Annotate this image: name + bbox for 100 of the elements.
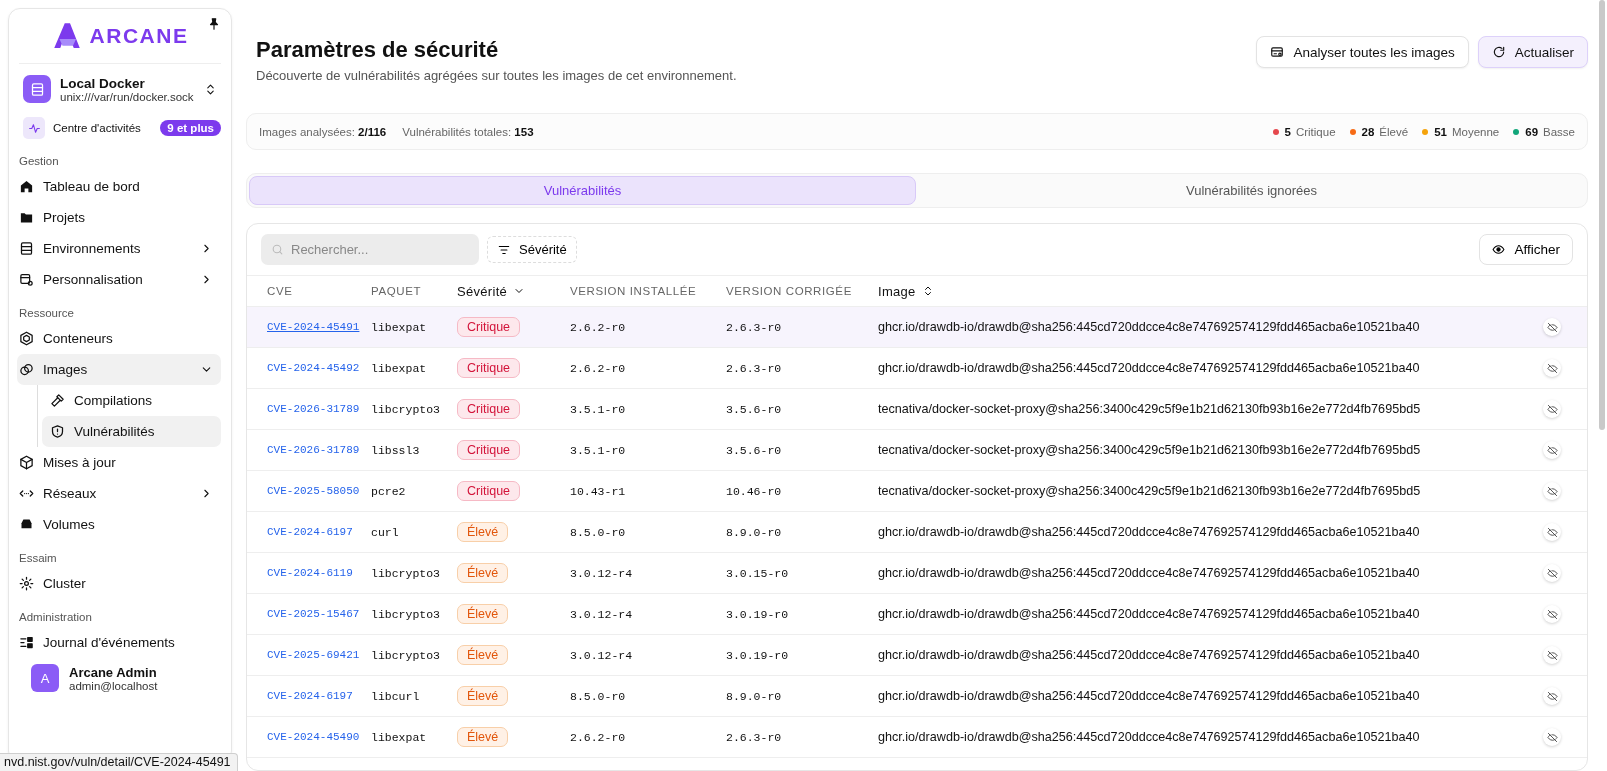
eye-icon xyxy=(1492,243,1506,256)
cve-link[interactable]: CVE-2024-6119 xyxy=(267,567,353,579)
table-cell-text: libcurl xyxy=(371,689,421,703)
cve-link[interactable]: CVE-2024-45490 xyxy=(267,731,360,743)
table-row[interactable]: CVE-2026-31789 libcrypto3 Critique 3.5.1-r0 3.5.6-r0 tecnativa/docker-socket-proxy@sha256:3400c429c5f9e1b21d62130fb93b16e2e772d4fb7695bd5 xyxy=(247,389,1587,430)
activity-icon xyxy=(23,117,45,139)
database-icon xyxy=(19,241,34,256)
hammer-icon xyxy=(50,393,65,408)
eye-off-icon xyxy=(1546,608,1558,620)
cve-link[interactable]: CVE-2024-45491 xyxy=(267,321,360,333)
table-row[interactable]: CVE-2024-45492 libexpat Critique 2.6.2-r0 2.6.3-r0 ghcr.io/drawdb-io/drawdb@sha256:445cd720ddcce4c8e747692574129fdd465acba6e10521ba40 xyxy=(247,348,1587,389)
images-icon xyxy=(19,362,34,377)
cve-link[interactable]: CVE-2024-45492 xyxy=(267,362,360,374)
cve-link[interactable]: CVE-2024-6197 xyxy=(267,690,353,702)
activity-center-link[interactable]: Centre d'activités 9 et plus xyxy=(19,111,221,143)
avatar: A xyxy=(31,664,59,692)
hide-button[interactable] xyxy=(1543,318,1561,336)
table-cell-text: 3.0.12-r4 xyxy=(570,648,634,662)
severity-count: 5 Critique xyxy=(1284,125,1336,138)
table-cell-text: 8.9.0-r0 xyxy=(726,525,783,539)
table-row[interactable]: CVE-2026-31789 libssl3 Critique 3.5.1-r0 3.5.6-r0 tecnativa/docker-socket-proxy@sha256:3400c429c5f9e1b21d62130fb93b16e2e772d4fb7695bd5 xyxy=(247,430,1587,471)
table-cell-text: tecnativa/docker-socket-proxy@sha256:3400c429c5f9e1b21d62130fb93b16e2e772d4fb7695bd5 xyxy=(878,402,1422,416)
table-cell-text: ghcr.io/drawdb-io/drawdb@sha256:445cd720ddcce4c8e747692574129fdd465acba6e10521ba40 xyxy=(878,361,1421,375)
table-row[interactable]: CVE-2025-15467 libcrypto3 Élevé 3.0.12-r4 3.0.19-r0 ghcr.io/drawdb-io/drawdb@sha256:445cd720ddcce4c8e747692574129fdd465acba6e10521ba40 xyxy=(247,594,1587,635)
table-cell-text: 3.0.12-r4 xyxy=(570,566,634,580)
hide-button[interactable] xyxy=(1543,728,1561,746)
severity-filter-button[interactable]: Sévérité xyxy=(487,236,577,263)
hide-button[interactable] xyxy=(1543,523,1561,541)
cve-link[interactable]: CVE-2024-6197 xyxy=(267,526,353,538)
table-row[interactable]: CVE-2024-45490 libexpat Élevé 2.6.2-r0 2.6.3-r0 ghcr.io/drawdb-io/drawdb@sha256:445cd720ddcce4c8e747692574129fdd465acba6e10521ba40 xyxy=(247,717,1587,758)
nav-item[interactable]: Personnalisation xyxy=(17,264,221,295)
table-cell-text: 3.0.19-r0 xyxy=(726,607,790,621)
cube-icon xyxy=(19,455,34,470)
home-icon xyxy=(19,179,34,194)
nav-item[interactable]: Cluster xyxy=(17,568,221,599)
tab[interactable]: Vulnérabilités xyxy=(249,176,916,205)
table-row[interactable]: CVE-2025-69421 libcrypto3 Élevé 3.0.12-r4 3.0.19-r0 ghcr.io/drawdb-io/drawdb@sha256:445cd720ddcce4c8e747692574129fdd465acba6e10521ba40 xyxy=(247,635,1587,676)
nav-item[interactable]: Images xyxy=(17,354,221,385)
scan-button[interactable]: Analyser toutes les images xyxy=(1256,36,1469,68)
tab[interactable]: Vulnérabilités ignorées xyxy=(918,176,1585,205)
hide-button[interactable] xyxy=(1543,605,1561,623)
table-cell-text: 10.43-r1 xyxy=(570,484,627,498)
server-badge-icon xyxy=(23,75,51,103)
hide-button[interactable] xyxy=(1543,482,1561,500)
column-header[interactable]: Image xyxy=(878,283,1543,299)
eye-off-icon xyxy=(1546,731,1558,743)
nav-item[interactable]: Journal d'événements xyxy=(17,627,221,658)
table-cell-text: 2.6.2-r0 xyxy=(570,361,627,375)
user-profile[interactable]: A Arcane Admin admin@localhost xyxy=(19,658,221,692)
hide-button[interactable] xyxy=(1543,687,1561,705)
nav-item[interactable]: Tableau de bord xyxy=(17,171,221,202)
scan-icon xyxy=(1270,45,1285,59)
nav-item[interactable]: Projets xyxy=(17,202,221,233)
eye-off-icon xyxy=(1546,690,1558,702)
count-badge: 9 et plus xyxy=(160,120,221,136)
severity-badge: Élevé xyxy=(457,645,509,665)
column-header: VERSION CORRIGÉE xyxy=(726,285,853,297)
hide-button[interactable] xyxy=(1543,359,1561,377)
stat-text: Images analysées: 2/116 xyxy=(259,125,387,138)
column-header: PAQUET xyxy=(371,285,423,297)
hide-button[interactable] xyxy=(1543,646,1561,664)
table-cell-text: libexpat xyxy=(371,361,428,375)
table-row[interactable]: CVE-2024-6197 libcurl Élevé 8.5.0-r0 8.9.0-r0 ghcr.io/drawdb-io/drawdb@sha256:445cd720ddcce4c8e747692574129fdd465acba6e10521ba40 xyxy=(247,676,1587,717)
nav-item[interactable]: Compilations xyxy=(42,385,221,416)
table-cell-text: libexpat xyxy=(371,730,428,744)
nav-item[interactable]: Environnements xyxy=(17,233,221,264)
column-header: CVE xyxy=(267,285,294,297)
view-button[interactable]: Afficher xyxy=(1479,234,1573,265)
nav-item[interactable]: Vulnérabilités xyxy=(42,416,221,447)
severity-badge: Élevé xyxy=(457,563,509,583)
nav-item[interactable]: Conteneurs xyxy=(17,323,221,354)
cve-link[interactable]: CVE-2025-15467 xyxy=(267,608,360,620)
cve-link[interactable]: CVE-2025-69421 xyxy=(267,649,360,661)
table-cell-text: ghcr.io/drawdb-io/drawdb@sha256:445cd720ddcce4c8e747692574129fdd465acba6e10521ba40 xyxy=(878,607,1421,621)
column-header[interactable]: Sévérité xyxy=(457,283,570,299)
hide-button[interactable] xyxy=(1543,564,1561,582)
cve-link[interactable]: CVE-2026-31789 xyxy=(267,403,360,415)
cve-link[interactable]: CVE-2025-58050 xyxy=(267,485,360,497)
table-cell-text: ghcr.io/drawdb-io/drawdb@sha256:445cd720ddcce4c8e747692574129fdd465acba6e10521ba40 xyxy=(878,648,1421,662)
table-cell-text: 2.6.2-r0 xyxy=(570,320,627,334)
severity-count: 28 Élevé xyxy=(1361,125,1409,138)
eye-off-icon xyxy=(1546,526,1558,538)
nav-item[interactable]: Réseaux xyxy=(17,478,221,509)
table-row[interactable]: CVE-2024-6119 libcrypto3 Élevé 3.0.12-r4 3.0.15-r0 ghcr.io/drawdb-io/drawdb@sha256:445cd720ddcce4c8e747692574129fdd465acba6e10521ba40 xyxy=(247,553,1587,594)
hide-button[interactable] xyxy=(1543,400,1561,418)
table-row[interactable]: CVE-2024-45491 libexpat Critique 2.6.2-r0 2.6.3-r0 ghcr.io/drawdb-io/drawdb@sha256:445cd720ddcce4c8e747692574129fdd465acba6e10521ba40 xyxy=(247,307,1587,348)
eye-off-icon xyxy=(1546,444,1558,456)
table-cell-text: ghcr.io/drawdb-io/drawdb@sha256:445cd720ddcce4c8e747692574129fdd465acba6e10521ba40 xyxy=(878,730,1421,744)
refresh-button[interactable]: Actualiser xyxy=(1477,36,1588,68)
cve-link[interactable]: CVE-2026-31789 xyxy=(267,444,360,456)
severity-count: 69 Basse xyxy=(1525,125,1575,138)
nav-item[interactable]: Volumes xyxy=(17,509,221,540)
table-row[interactable]: CVE-2024-6197 curl Élevé 8.5.0-r0 8.9.0-r0 ghcr.io/drawdb-io/drawdb@sha256:445cd720ddcce4c8e747692574129fdd465acba6e10521ba40 xyxy=(247,512,1587,553)
table-row[interactable]: CVE-2025-58050 pcre2 Critique 10.43-r1 10.46-r0 tecnativa/docker-socket-proxy@sha256:3400c429c5f9e1b21d62130fb93b16e2e772d4fb7695bd5 xyxy=(247,471,1587,512)
environment-switcher[interactable]: Local Docker unix:///var/run/docker.sock xyxy=(19,64,221,111)
hide-button[interactable] xyxy=(1543,441,1561,459)
search-field[interactable]: Rechercher... xyxy=(261,234,479,265)
shield-icon xyxy=(50,424,65,439)
nav-item[interactable]: Mises à jour xyxy=(17,447,221,478)
table-cell-text: 3.5.1-r0 xyxy=(570,443,627,457)
